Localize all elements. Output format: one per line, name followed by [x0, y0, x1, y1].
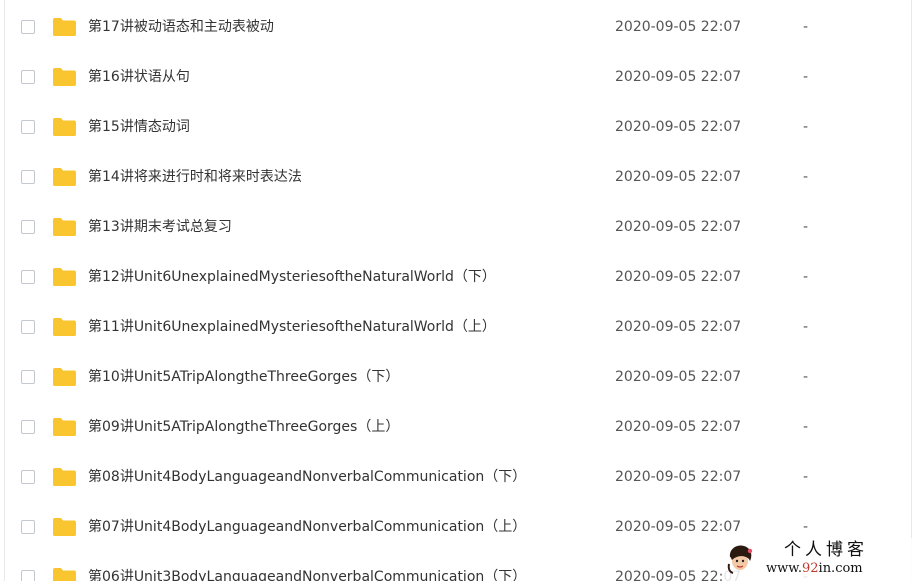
row-checkbox[interactable] [21, 420, 35, 434]
file-row[interactable]: 第13讲期末考试总复习 2020-09-05 22:07 - [5, 203, 911, 253]
file-name[interactable]: 第10讲Unit5ATripAlongtheThreeGorges（下） [88, 367, 399, 387]
file-name[interactable]: 第12讲Unit6UnexplainedMysteriesoftheNatura… [88, 267, 496, 287]
file-row[interactable]: 第09讲Unit5ATripAlongtheThreeGorges（上） 2020… [5, 403, 911, 453]
modified-time: 2020-09-05 22:07 [615, 69, 742, 85]
file-size: - [803, 19, 809, 35]
modified-time: 2020-09-05 22:07 [615, 19, 742, 35]
folder-icon [52, 217, 77, 237]
file-name[interactable]: 第17讲被动语态和主动表被动 [88, 17, 274, 37]
file-size: - [803, 519, 809, 535]
file-row[interactable]: 第17讲被动语态和主动表被动 2020-09-05 22:07 - [5, 3, 911, 53]
row-checkbox[interactable] [21, 370, 35, 384]
file-size: - [803, 419, 809, 435]
row-checkbox[interactable] [21, 570, 35, 581]
row-checkbox[interactable] [21, 120, 35, 134]
file-name[interactable]: 第14讲将来进行时和将来时表达法 [88, 167, 302, 187]
file-size: - [803, 319, 809, 335]
row-checkbox[interactable] [21, 220, 35, 234]
row-checkbox[interactable] [21, 520, 35, 534]
folder-icon [52, 167, 77, 187]
modified-time: 2020-09-05 22:07 [615, 119, 742, 135]
file-size: - [803, 169, 809, 185]
modified-time: 2020-09-05 22:07 [615, 169, 742, 185]
row-checkbox[interactable] [21, 270, 35, 284]
row-checkbox[interactable] [21, 320, 35, 334]
file-row[interactable]: 第14讲将来进行时和将来时表达法 2020-09-05 22:07 - [5, 153, 911, 203]
file-name[interactable]: 第09讲Unit5ATripAlongtheThreeGorges（上） [88, 417, 399, 437]
folder-icon [52, 117, 77, 137]
file-size: - [803, 269, 809, 285]
file-name[interactable]: 第15讲情态动词 [88, 117, 190, 137]
modified-time: 2020-09-05 22:07 [615, 369, 742, 385]
row-checkbox[interactable] [21, 470, 35, 484]
file-list: 第17讲被动语态和主动表被动 2020-09-05 22:07 - 第16讲状语从句 2… [5, 3, 911, 581]
watermark-url: www.92in.com [766, 560, 863, 578]
avatar-icon [727, 545, 753, 574]
modified-time: 2020-09-05 22:07 [615, 519, 742, 535]
url-prefix: www. [766, 561, 802, 576]
url-highlight: 92 [801, 561, 819, 576]
file-name[interactable]: 第13讲期末考试总复习 [88, 217, 232, 237]
file-size: - [803, 69, 809, 85]
folder-icon [52, 17, 77, 37]
file-browser: 第17讲被动语态和主动表被动 2020-09-05 22:07 - 第16讲状语从句 2… [0, 0, 917, 581]
site-watermark: 个人博客 www.92in.com [722, 538, 912, 581]
folder-icon [52, 67, 77, 87]
file-row[interactable]: 第10讲Unit5ATripAlongtheThreeGorges（下） 2020… [5, 353, 911, 403]
folder-icon [52, 567, 77, 581]
folder-icon [52, 367, 77, 387]
file-name[interactable]: 第06讲Unit3BodyLanguageandNonverbalCommuni… [88, 567, 526, 581]
file-row[interactable]: 第11讲Unit6UnexplainedMysteriesoftheNatura… [5, 303, 911, 353]
file-name[interactable]: 第11讲Unit6UnexplainedMysteriesoftheNatura… [88, 317, 496, 337]
file-size: - [803, 219, 809, 235]
url-suffix: in.com [818, 561, 863, 576]
file-name[interactable]: 第08讲Unit4BodyLanguageandNonverbalCommuni… [88, 467, 526, 487]
folder-icon [52, 517, 77, 537]
modified-time: 2020-09-05 22:07 [615, 269, 742, 285]
row-checkbox[interactable] [21, 170, 35, 184]
file-row[interactable]: 第16讲状语从句 2020-09-05 22:07 - [5, 53, 911, 103]
modified-time: 2020-09-05 22:07 [615, 419, 742, 435]
file-name[interactable]: 第07讲Unit4BodyLanguageandNonverbalCommuni… [88, 517, 526, 537]
folder-icon [52, 267, 77, 287]
modified-time: 2020-09-05 22:07 [615, 319, 742, 335]
file-size: - [803, 119, 809, 135]
folder-icon [52, 317, 77, 337]
row-checkbox[interactable] [21, 70, 35, 84]
watermark-title: 个人博客 [784, 540, 868, 560]
modified-time: 2020-09-05 22:07 [615, 219, 742, 235]
file-size: - [803, 369, 809, 385]
file-name[interactable]: 第16讲状语从句 [88, 67, 190, 87]
file-row[interactable]: 第15讲情态动词 2020-09-05 22:07 - [5, 103, 911, 153]
right-border [911, 0, 912, 581]
file-row[interactable]: 第08讲Unit4BodyLanguageandNonverbalCommuni… [5, 453, 911, 503]
row-checkbox[interactable] [21, 20, 35, 34]
folder-icon [52, 417, 77, 437]
file-row[interactable]: 第12讲Unit6UnexplainedMysteriesoftheNatura… [5, 253, 911, 303]
file-size: - [803, 469, 809, 485]
folder-icon [52, 467, 77, 487]
modified-time: 2020-09-05 22:07 [615, 469, 742, 485]
